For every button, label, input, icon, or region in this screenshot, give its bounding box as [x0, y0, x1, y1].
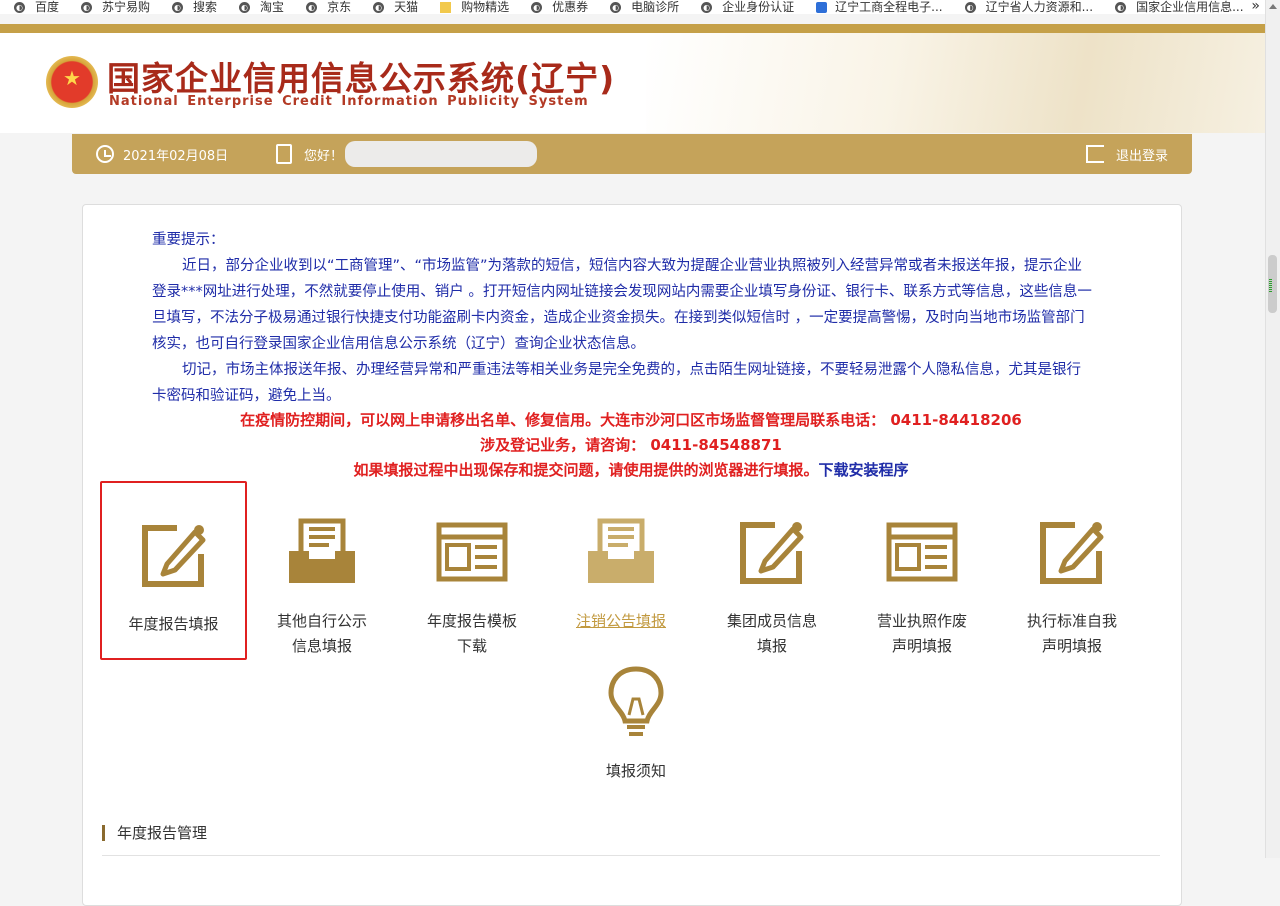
notice-paragraph-2: 切记，市场主体报送年报、办理经营异常和严重违法等相关业务是完全免费的，点击陌生网… [152, 362, 1081, 404]
clock-icon [96, 145, 114, 163]
redacted-username [345, 141, 538, 167]
globe-icon: ◐ [306, 1, 318, 13]
globe-icon: ◐ [239, 1, 251, 13]
section-marker [102, 824, 105, 841]
globe-icon: ◐ [373, 1, 385, 13]
globe-icon: ◐ [701, 1, 713, 13]
bookmark-liaoning-icbc[interactable]: 辽宁工商全程电子... [816, 1, 943, 13]
edit-pencil-icon [137, 518, 211, 592]
bookmark-search[interactable]: ◐ 搜索 [172, 1, 217, 13]
browser-notice: 如果填报过程中出现保存和提交问题，请使用提供的浏览器进行填报。下载安装程序 [353, 461, 909, 479]
globe-icon: ◐ [1115, 1, 1127, 13]
bookmark-suning[interactable]: ◐ 苏宁易购 [81, 1, 150, 13]
tile-license-void-statement[interactable]: 营业执照作废 声明填报 [847, 500, 997, 659]
globe-icon: ◐ [610, 1, 622, 13]
edit-pencil-icon [1035, 515, 1109, 589]
globe-icon: ◐ [172, 1, 184, 13]
mountain-background [646, 33, 1266, 133]
globe-icon: ◐ [14, 1, 25, 13]
shield-icon [816, 1, 828, 13]
tile-deregistration-notice[interactable]: 注销公告填报 [546, 500, 696, 634]
page-scrollbar[interactable] [1265, 0, 1280, 858]
globe-icon: ◐ [964, 1, 976, 13]
bookmark-enterprise-auth[interactable]: ◐ 企业身份认证 [701, 1, 794, 13]
tile-annual-report[interactable]: 年度报告填报 [100, 481, 247, 660]
tile-other-publicity[interactable]: 其他自行公示 信息填报 [247, 500, 397, 659]
site-title-cn: 国家企业信用信息公示系统(辽宁) [107, 59, 616, 98]
tile-annual-report-template[interactable]: 年度报告模板 下载 [397, 500, 547, 659]
logout-icon [1086, 145, 1104, 163]
scrollbar-thumb[interactable] [1268, 255, 1277, 313]
notice-paragraph-1: 近日，部分企业收到以“工商管理”、“市场监管”为落款的短信，短信内容大致为提醒企… [152, 258, 1092, 352]
tile-group-member-info[interactable]: 集团成员信息 填报 [697, 500, 847, 659]
folder-icon [440, 1, 452, 13]
bookmark-tmall[interactable]: ◐ 天猫 [373, 1, 418, 13]
tile-standard-self-declaration[interactable]: 执行标准自我 声明填报 [997, 500, 1147, 659]
bookmark-baidu[interactable]: ◐ 百度 [14, 1, 59, 13]
globe-icon: ◐ [81, 1, 93, 13]
download-installer-link[interactable]: 下载安装程序 [819, 461, 909, 479]
national-emblem-logo: ★ [46, 56, 98, 108]
date-display: 2021年02月08日 [96, 134, 228, 174]
user-card-icon [276, 144, 292, 164]
user-bar: 2021年02月08日 您好！ 退出登录 [72, 134, 1192, 174]
bookmark-coupons[interactable]: ◐ 优惠券 [531, 1, 588, 13]
notice-heading: 重要提示： [152, 232, 225, 248]
site-title-en: National Enterprise Credit Information P… [109, 94, 589, 109]
logout-button[interactable]: 退出登录 [1086, 134, 1168, 174]
tray-document-icon [285, 515, 359, 589]
section-divider [102, 855, 1160, 856]
bookmark-taobao[interactable]: ◐ 淘宝 [239, 1, 284, 13]
globe-icon: ◐ [531, 1, 543, 13]
top-gold-strip [0, 24, 1266, 33]
bookmarks-more-button[interactable]: » [1251, 0, 1260, 14]
bookmark-jd[interactable]: ◐ 京东 [306, 1, 351, 13]
lightbulb-icon [599, 665, 673, 739]
bookmark-credit-system[interactable]: ◐ 国家企业信用信息... [1115, 1, 1244, 13]
form-template-icon [435, 515, 509, 589]
important-notice: 重要提示： 近日，部分企业收到以“工商管理”、“市场监管”为落款的短信，短信内容… [152, 227, 1092, 409]
bookmark-liaoning-hr[interactable]: ◐ 辽宁省人力资源和... [964, 1, 1093, 13]
user-greeting: 您好！ [276, 134, 538, 174]
tile-filing-guide[interactable]: 填报须知 [561, 650, 711, 784]
bookmarks-bar: ◐ 百度 ◐ 苏宁易购 ◐ 搜索 ◐ 淘宝 ◐ 京东 ◐ 天猫 购物精选 ◐ 优惠券 ◐ 电脑诊… [0, 0, 1266, 14]
section-annual-report-management: 年度报告管理 [102, 822, 207, 843]
bookmark-shopping-folder[interactable]: 购物精选 [440, 1, 509, 13]
scrollbar-grip-icon [1269, 283, 1272, 284]
site-header: ★ 国家企业信用信息公示系统(辽宁) National Enterprise C… [0, 33, 1266, 133]
tray-document-icon [584, 515, 658, 589]
scroll-up-arrow-icon[interactable] [1269, 4, 1277, 9]
bookmark-pc-clinic[interactable]: ◐ 电脑诊所 [610, 1, 679, 13]
form-template-icon [885, 515, 959, 589]
registration-contact: 涉及登记业务，请咨询： 0411-84548871 [480, 436, 782, 454]
epidemic-notice: 在疫情防控期间，可以网上申请移出名单、修复信用。大连市沙河口区市场监督管理局联系… [240, 411, 1022, 429]
edit-pencil-icon [735, 515, 809, 589]
